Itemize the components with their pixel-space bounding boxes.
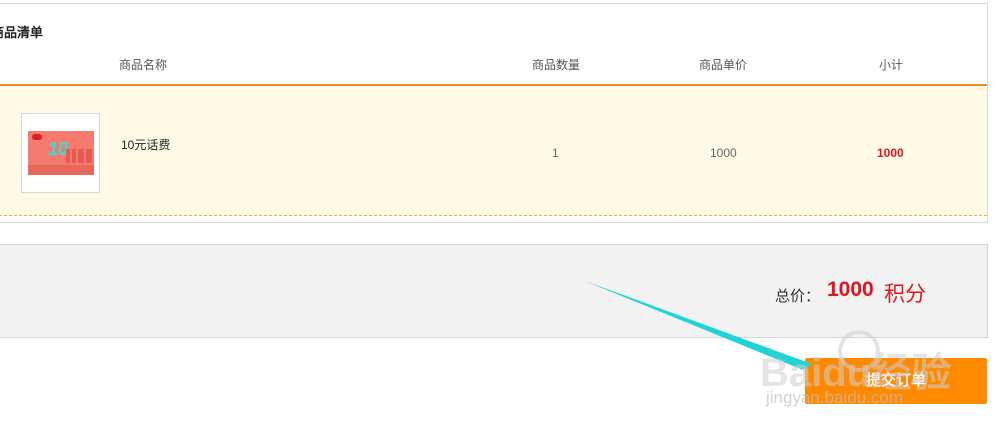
phone-credit-card-image: 10 [28,131,94,175]
order-total-bar: 总价： 1000 积分 [0,244,988,338]
card-footer-band [28,165,94,175]
column-header-name: 商品名称 [119,58,168,72]
product-unit-price: 1000 [710,146,737,160]
order-list-panel: 商品清单 商品名称 商品数量 商品单价 小计 10 10元话费 1 1000 1… [0,3,988,223]
column-header-quantity: 商品数量 [532,58,581,72]
total-value: 1000 [827,278,874,301]
column-header-price: 商品单价 [699,58,748,72]
total-label: 总价： [775,288,821,305]
submit-order-button[interactable]: 提交订单 [805,358,987,404]
product-thumbnail[interactable]: 10 [21,113,100,193]
product-subtotal: 1000 [877,146,904,160]
total-unit: 积分 [884,283,926,306]
product-name[interactable]: 10元话费 [121,136,170,153]
product-quantity: 1 [552,146,559,160]
city-skyline-icon [66,149,92,163]
column-header-subtotal: 小计 [879,58,904,72]
carrier-logo-icon [32,134,42,140]
order-list-title: 商品清单 [0,25,44,40]
table-row: 10 10元话费 1 1000 1000 [0,86,987,216]
